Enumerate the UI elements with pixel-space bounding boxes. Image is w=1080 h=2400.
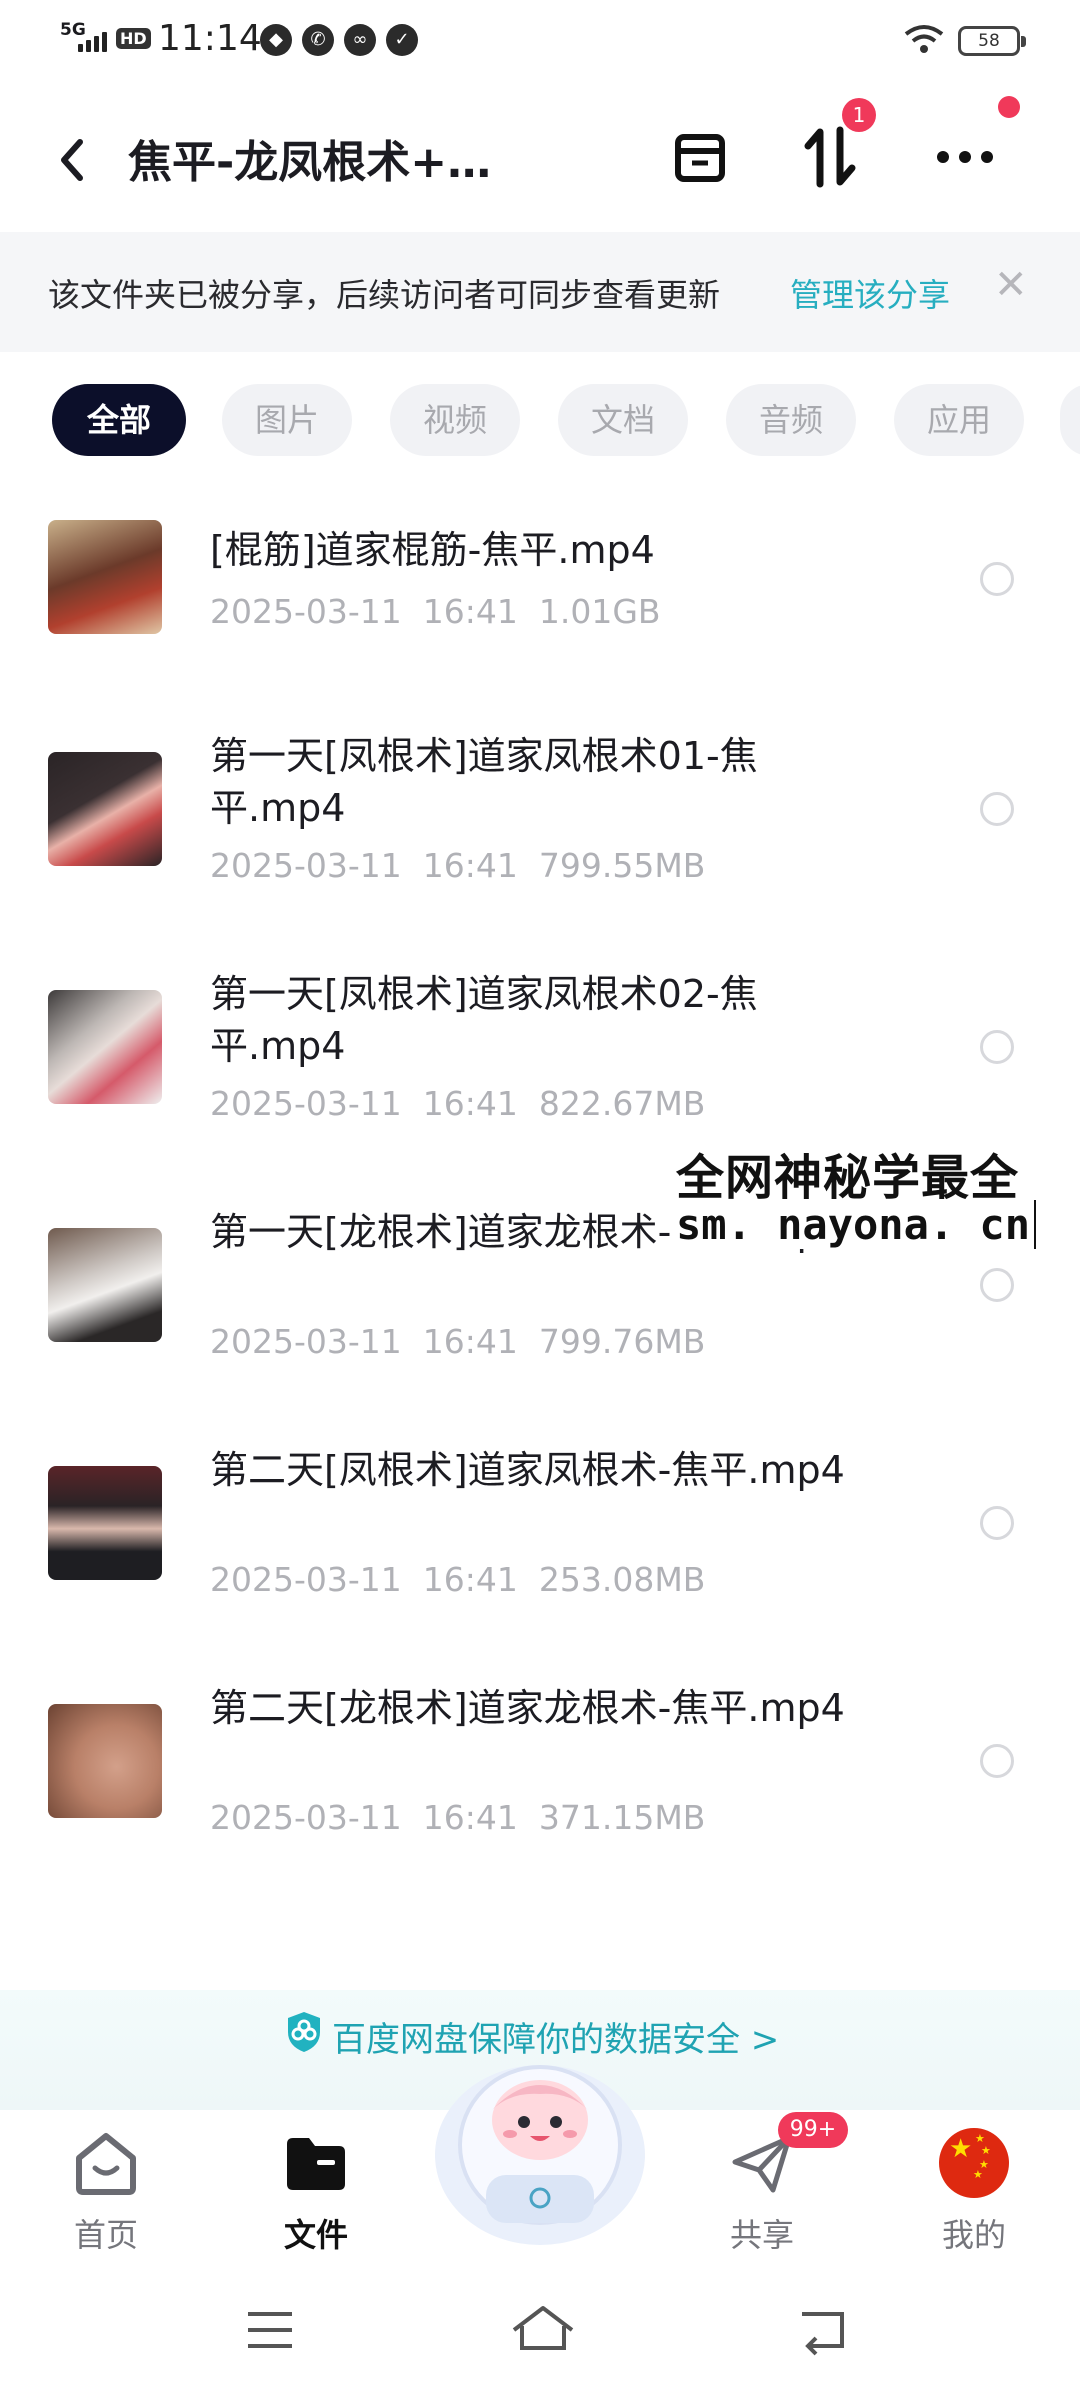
file-meta: 2025-03-11 16:41 799.55MB	[210, 846, 706, 885]
nav-label: 文件	[283, 2216, 348, 2254]
avatar: ★ ★ ★ ★ ★	[939, 2128, 1009, 2198]
battery-icon: 58	[958, 26, 1026, 56]
list-item[interactable]: 第二天[凤根术]道家凤根术-焦平.mp4 2025-03-11 16:41 25…	[0, 1444, 1080, 1644]
select-radio[interactable]	[980, 792, 1014, 826]
transfer-badge: 1	[842, 98, 876, 132]
file-name: 第一天[凤根术]道家凤根术02-焦平.mp4	[210, 972, 758, 1068]
video-thumbnail	[48, 520, 162, 634]
folder-icon	[287, 2138, 345, 2190]
list-item[interactable]: 第一天[凤根术]道家凤根术01-焦平.mp4 2025-03-11 16:41 …	[0, 730, 1080, 930]
tab-audio[interactable]: 音频	[726, 384, 856, 456]
select-radio[interactable]	[980, 1506, 1014, 1540]
close-icon[interactable]: ✕	[994, 262, 1028, 308]
watermark-url: sm. nayona. cn	[672, 1200, 1037, 1249]
file-name: 第二天[凤根术]道家凤根术-焦平.mp4	[210, 1448, 845, 1492]
file-meta: 2025-03-11 16:41 253.08MB	[210, 1560, 706, 1599]
tab-documents[interactable]: 文档	[558, 384, 688, 456]
select-radio[interactable]	[980, 1744, 1014, 1778]
back-button-icon[interactable]	[794, 2300, 854, 2360]
video-thumbnail	[48, 990, 162, 1104]
file-name: 第一天[凤根术]道家凤根术01-焦平.mp4	[210, 734, 758, 830]
file-name: [棍筋]道家棍筋-焦平.mp4	[210, 528, 655, 572]
select-radio[interactable]	[980, 1030, 1014, 1064]
star-icon: ★	[973, 2168, 983, 2181]
status-bar: 5G HD 11:14 ◆ ✆ ∞ ✓ 58	[0, 0, 1080, 80]
nav-label: 首页	[73, 2216, 138, 2254]
check-icon: ✓	[386, 24, 418, 56]
nav-label: 共享	[729, 2216, 794, 2254]
video-thumbnail	[48, 1228, 162, 1342]
notification-dot	[998, 96, 1020, 118]
video-thumbnail	[48, 1466, 162, 1580]
list-item[interactable]: 第二天[龙根术]道家龙根术-焦平.mp4 2025-03-11 16:41 37…	[0, 1682, 1080, 1882]
system-navigation-bar	[0, 2260, 1080, 2400]
wifi-icon	[904, 25, 944, 53]
tab-apps[interactable]: 应用	[894, 384, 1024, 456]
file-name: 第二天[龙根术]道家龙根术-焦平.mp4	[210, 1686, 845, 1730]
home-icon	[76, 2133, 136, 2195]
transfer-icon[interactable]	[795, 122, 865, 192]
tab-more[interactable]	[1060, 384, 1080, 456]
file-meta: 2025-03-11 16:41 822.67MB	[210, 1084, 706, 1123]
hd-icon: HD	[116, 28, 151, 49]
back-icon[interactable]	[48, 130, 98, 190]
folder-title: 焦平-龙凤根术+…	[128, 137, 492, 188]
app-notification-icon: ◆	[260, 24, 292, 56]
watermark-title: 全网神秘学最全	[676, 1150, 1020, 1206]
video-thumbnail	[48, 752, 162, 866]
shield-icon	[288, 2012, 320, 2052]
nav-files[interactable]: 文件	[246, 2110, 386, 2260]
file-meta: 2025-03-11 16:41 1.01GB	[210, 592, 661, 631]
tab-videos[interactable]: 视频	[390, 384, 520, 456]
star-icon: ★	[949, 2134, 973, 2164]
share-badge: 99+	[778, 2112, 848, 2148]
star-icon: ★	[981, 2144, 991, 2157]
menu-icon[interactable]	[240, 2300, 300, 2360]
file-meta: 2025-03-11 16:41 799.76MB	[210, 1322, 706, 1361]
share-notice-text: 该文件夹已被分享，后续访问者可同步查看更新	[48, 276, 721, 314]
file-meta: 2025-03-11 16:41 371.15MB	[210, 1798, 706, 1837]
home-button-icon[interactable]	[508, 2300, 578, 2360]
tab-images[interactable]: 图片	[222, 384, 352, 456]
app-notification-icon: ∞	[344, 24, 376, 56]
archive-icon[interactable]	[665, 122, 735, 192]
tab-all[interactable]: 全部	[52, 384, 186, 456]
nav-label: 我的	[941, 2216, 1006, 2254]
wechat-icon: ✆	[302, 24, 334, 56]
list-item[interactable]: [棍筋]道家棍筋-焦平.mp4 2025-03-11 16:41 1.01GB	[0, 510, 1080, 690]
manage-share-link[interactable]: 管理该分享	[790, 270, 950, 316]
app-header: 焦平-龙凤根术+… 1	[0, 98, 1080, 220]
assistant-mascot-icon[interactable]	[430, 2040, 650, 2250]
clock: 11:14	[158, 18, 262, 59]
nav-profile[interactable]: ★ ★ ★ ★ ★ 我的	[904, 2110, 1044, 2260]
signal-icon	[78, 30, 107, 52]
select-radio[interactable]	[980, 562, 1014, 596]
nav-home[interactable]: 首页	[36, 2110, 176, 2260]
category-tabs: 全部 图片 视频 文档 音频 应用	[0, 384, 1080, 460]
select-radio[interactable]	[980, 1268, 1014, 1302]
share-banner: 该文件夹已被分享，后续访问者可同步查看更新 管理该分享 ✕	[0, 232, 1080, 352]
video-thumbnail	[48, 1704, 162, 1818]
more-icon[interactable]	[930, 122, 1000, 192]
